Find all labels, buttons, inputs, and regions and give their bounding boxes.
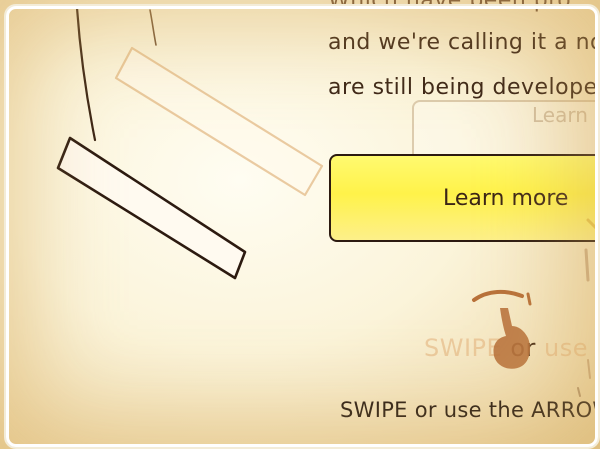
swipe-instructions: SWIPE or use the ARROW	[340, 398, 600, 422]
learn-more-label: Learn more	[443, 186, 569, 211]
story-text-line-1: and we're calling it a nove	[328, 30, 600, 55]
sketch-curve	[75, 6, 97, 142]
learn-more-button[interactable]: Learn more	[329, 154, 600, 242]
story-text-line-top: Which have been pro	[328, 0, 572, 13]
decorative-marks	[577, 218, 598, 397]
sketch-illustration	[56, 6, 324, 280]
hand-pointer-icon	[472, 289, 532, 369]
screenshot-frame: Which have been pro and we're calling it…	[0, 0, 600, 449]
sketch-top-edge	[149, 9, 157, 46]
story-text-line-2: are still being developed. Yo	[328, 75, 600, 100]
ghost-learn-label: Learn	[532, 103, 588, 127]
front-plank	[56, 136, 247, 280]
faded-plank	[114, 46, 324, 197]
